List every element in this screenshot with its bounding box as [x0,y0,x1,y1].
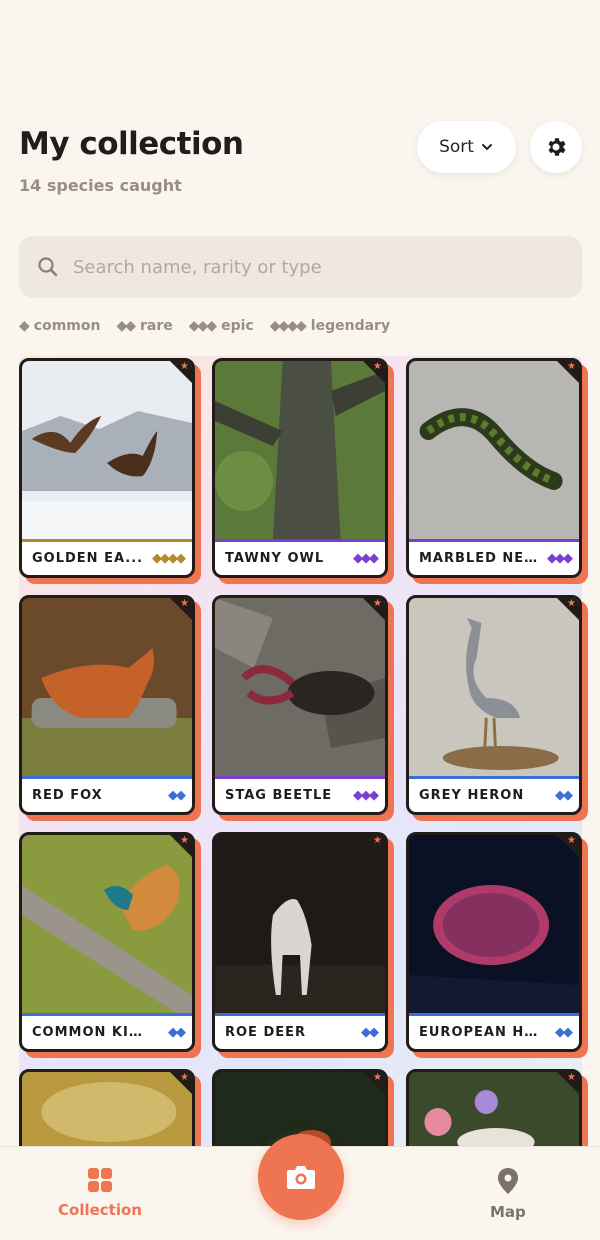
roe-deer-photo [215,835,385,1013]
nav-map[interactable]: Map [490,1167,526,1221]
species-card-marbled-newt[interactable]: ★ MARBLED NE... ◆◆◆ [406,358,582,578]
species-name: STAG BEETLE [225,788,333,803]
star-icon: ★ [373,361,382,372]
legend-label: common [33,318,101,334]
legend-label: epic [221,318,254,334]
settings-button[interactable] [530,121,582,173]
legend-epic[interactable]: ◆◆◆ epic [189,318,254,334]
card-label: COMMON KING... ◆◆ [22,1013,192,1049]
star-icon: ★ [373,598,382,609]
search-input[interactable] [73,256,553,278]
rarity-diamonds-icon: ◆◆ [361,1025,379,1040]
species-card-common-kingfisher[interactable]: ★ COMMON KING... ◆◆ [19,832,195,1052]
search-bar[interactable] [19,236,582,298]
species-card-red-fox[interactable]: ★ RED FOX ◆◆ [19,595,195,815]
species-card-roe-deer[interactable]: ★ ROE DEER ◆◆ [212,832,388,1052]
diamond-icon: ◆◆ [116,318,135,334]
species-name: GREY HERON [419,788,525,803]
page-title: My collection [19,126,244,162]
nav-collection[interactable]: Collection [58,1167,142,1219]
card-label: STAG BEETLE ◆◆◆ [215,776,385,812]
card-label: EUROPEAN HED... ◆◆ [409,1013,579,1049]
species-name: COMMON KING... [32,1025,152,1040]
legend-label: rare [140,318,173,334]
tawny-owl-photo [215,361,385,539]
star-icon: ★ [373,1072,382,1083]
star-icon: ★ [567,835,576,846]
legend-rare[interactable]: ◆◆ rare [116,318,172,334]
rarity-diamonds-icon: ◆◆◆◆ [152,551,186,566]
species-card-stag-beetle[interactable]: ★ STAG BEETLE ◆◆◆ [212,595,388,815]
legend-legendary[interactable]: ◆◆◆◆ legendary [270,318,390,334]
european-hedgehog-photo [409,835,579,1013]
location-pin-icon [497,1168,518,1194]
card-label: RED FOX ◆◆ [22,776,192,812]
red-fox-photo [22,598,192,776]
rarity-diamonds-icon: ◆◆ [555,1025,573,1040]
legend-label: legendary [310,318,391,334]
species-card-grey-heron[interactable]: ★ GREY HERON ◆◆ [406,595,582,815]
rarity-diamonds-icon: ◆◆◆ [353,551,379,566]
search-icon [38,257,58,277]
header: My collection 14 species caught [19,126,244,195]
grid-icon [87,1168,112,1192]
diamond-icon: ◆◆◆ [188,318,217,334]
sort-label: Sort [439,137,474,157]
star-icon: ★ [180,598,189,609]
nav-collection-label: Collection [58,1201,142,1219]
species-card-tawny-owl[interactable]: ★ TAWNY OWL ◆◆◆ [212,358,388,578]
gear-icon [548,138,566,156]
rarity-diamonds-icon: ◆◆ [555,788,573,803]
sort-button[interactable]: Sort [417,121,516,173]
species-name: RED FOX [32,788,103,803]
golden-eagle-photo [22,361,192,539]
common-kingfisher-photo [22,835,192,1013]
diamond-icon: ◆◆◆◆ [269,318,307,334]
rarity-diamonds-icon: ◆◆◆ [353,788,379,803]
species-count: 14 species caught [19,176,182,195]
star-icon: ★ [180,835,189,846]
species-name: MARBLED NE... [419,551,539,566]
card-label: ROE DEER ◆◆ [215,1013,385,1049]
camera-icon [287,1166,315,1189]
legend-common[interactable]: ◆ common [19,318,100,334]
grey-heron-photo [409,598,579,776]
marbled-newt-photo [409,361,579,539]
species-card-european-hedgehog[interactable]: ★ EUROPEAN HED... ◆◆ [406,832,582,1052]
camera-button[interactable] [258,1134,344,1220]
rarity-diamonds-icon: ◆◆◆ [547,551,573,566]
species-name: GOLDEN EA... [32,551,144,566]
stag-beetle-photo [215,598,385,776]
rarity-diamonds-icon: ◆◆ [168,1025,186,1040]
star-icon: ★ [567,1072,576,1083]
card-label: GREY HERON ◆◆ [409,776,579,812]
card-label: GOLDEN EA... ◆◆◆◆ [22,539,192,575]
chevron-down-icon [481,144,492,151]
nav-map-label: Map [490,1203,526,1221]
rarity-legend: ◆ common ◆◆ rare ◆◆◆ epic ◆◆◆◆ legendary [19,318,390,334]
species-name: TAWNY OWL [225,551,325,566]
card-label: TAWNY OWL ◆◆◆ [215,539,385,575]
star-icon: ★ [180,1072,189,1083]
diamond-icon: ◆ [19,318,30,334]
species-name: EUROPEAN HED... [419,1025,539,1040]
star-icon: ★ [567,361,576,372]
rarity-diamonds-icon: ◆◆ [168,788,186,803]
card-label: MARBLED NE... ◆◆◆ [409,539,579,575]
star-icon: ★ [180,361,189,372]
species-name: ROE DEER [225,1025,307,1040]
species-card-golden-eagle[interactable]: ★ GOLDEN EA... ◆◆◆◆ [19,358,195,578]
star-icon: ★ [373,835,382,846]
star-icon: ★ [567,598,576,609]
